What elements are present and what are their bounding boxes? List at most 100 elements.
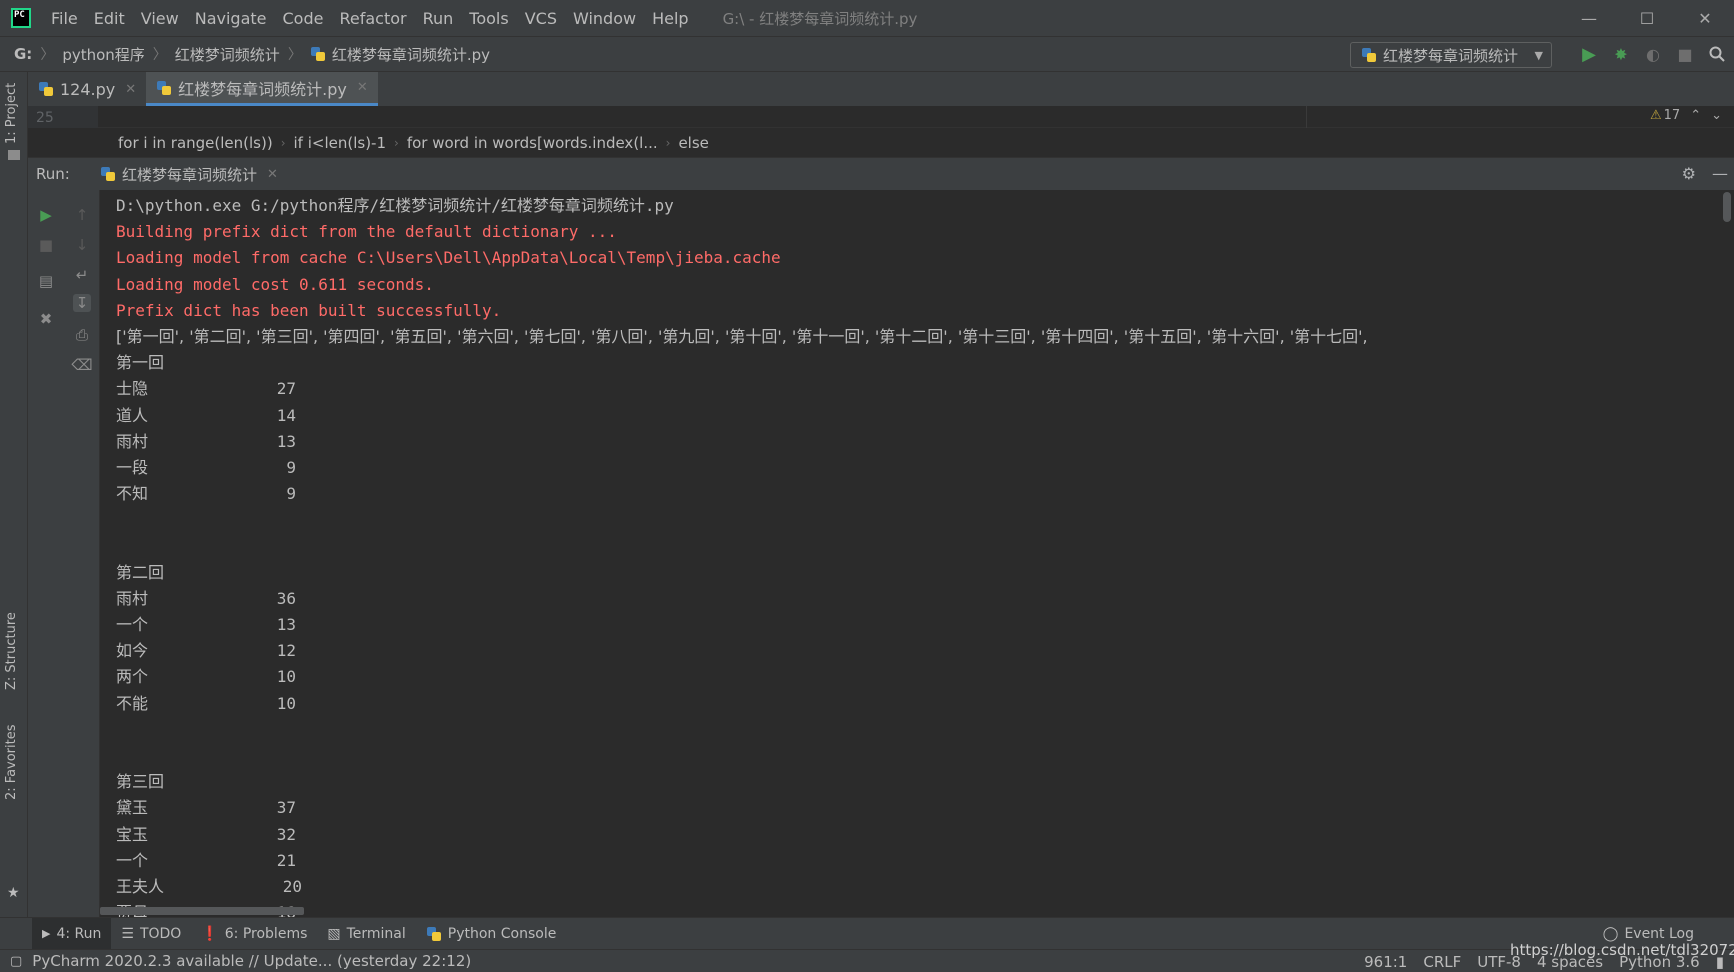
word-count-row: 王夫人 20 — [116, 874, 1720, 900]
tab-run[interactable]: ▶ 4: Run — [32, 917, 112, 950]
menu-help[interactable]: Help — [644, 9, 696, 28]
word: 一段 — [116, 457, 149, 477]
count: 10 — [276, 693, 296, 713]
console-log-line: Prefix dict has been built successfully. — [116, 300, 502, 320]
caret-position[interactable]: 961:1 — [1364, 953, 1407, 971]
tab-hongloumeng-py[interactable]: 红楼梦每章词频统计.py ✕ — [146, 72, 378, 106]
left-tool-strip: 1: Project Z: Structure 2: Favorites ★ — [0, 72, 28, 917]
stop-icon[interactable]: ■ — [1676, 45, 1694, 64]
warning-icon: ⚠ — [1649, 108, 1662, 123]
search-icon[interactable] — [1708, 45, 1726, 63]
debug-icon[interactable]: ✸ — [1612, 45, 1630, 64]
arrow-down-icon[interactable]: ↓ — [73, 236, 91, 254]
word-count-row: 如今 12 — [116, 638, 1720, 664]
chevron-down-icon[interactable]: ⌄ — [1711, 108, 1722, 123]
count: 10 — [276, 667, 296, 687]
run-console-output[interactable]: D:\python.exe G:/python程序/红楼梦词频统计/红楼梦每章词… — [100, 190, 1720, 917]
tab-124-py[interactable]: 124.py ✕ — [28, 72, 146, 106]
tab-terminal[interactable]: ▧ Terminal — [317, 918, 415, 950]
run-configuration-select[interactable]: 红楼梦每章词频统计 ▼ — [1350, 42, 1552, 68]
menu-edit[interactable]: Edit — [86, 9, 133, 28]
crumb-folder-python[interactable]: python程序 — [58, 44, 148, 65]
hide-panel-icon[interactable]: — — [1712, 164, 1728, 183]
window-controls: — ☐ ✕ — [1560, 0, 1734, 36]
word: 士隐 — [116, 379, 149, 399]
panel-toggle-icon[interactable]: ▢ — [10, 954, 22, 969]
count: 9 — [286, 457, 296, 477]
chapter-title: 第二回 — [116, 562, 165, 582]
right-margin-guide — [1306, 106, 1307, 128]
menu-file[interactable]: File — [43, 9, 86, 28]
close-window-button[interactable]: ✕ — [1676, 0, 1734, 36]
stop-icon[interactable]: ■ — [37, 236, 55, 254]
close-icon[interactable]: ✕ — [125, 82, 136, 97]
favorites-tool-tab[interactable]: 2: Favorites — [4, 724, 19, 800]
editor-area[interactable]: 25 ⚠ 17 ⌃ ⌄ — [28, 106, 1734, 128]
crumb-drive[interactable]: G: — [0, 45, 36, 63]
crumb-file[interactable]: 红楼梦每章词频统计.py — [306, 44, 494, 65]
menu-navigate[interactable]: Navigate — [187, 9, 275, 28]
arrow-up-icon[interactable]: ↑ — [73, 206, 91, 224]
word-count-row: 不能 10 — [116, 691, 1720, 717]
trash-icon[interactable]: ⌫ — [71, 356, 92, 374]
window-title: G:\ - 红楼梦每章词频统计.py — [722, 9, 918, 28]
run-tab[interactable]: 红楼梦每章词频统计 ✕ — [92, 158, 286, 190]
vertical-scrollbar[interactable] — [1723, 192, 1731, 222]
editor-tab-bar: 124.py ✕ 红楼梦每章词频统计.py ✕ — [28, 72, 1734, 106]
chevron-up-icon[interactable]: ⌃ — [1690, 108, 1701, 123]
coverage-icon[interactable]: ◐ — [1644, 45, 1662, 64]
menu-window[interactable]: Window — [565, 9, 644, 28]
maximize-button[interactable]: ☐ — [1618, 0, 1676, 36]
code-crumb[interactable]: for i in range(len(ls)) — [110, 134, 281, 152]
word-count-row: 宝玉 32 — [116, 822, 1720, 848]
scroll-to-end-icon[interactable]: ↧ — [73, 294, 91, 312]
word-count-row: 雨村 13 — [116, 429, 1720, 455]
rerun-icon[interactable]: ▶ — [37, 206, 55, 224]
tab-label: TODO — [139, 925, 182, 942]
line-separator[interactable]: CRLF — [1423, 953, 1461, 971]
structure-tool-tab[interactable]: Z: Structure — [4, 612, 19, 690]
close-icon[interactable]: ✕ — [267, 167, 278, 182]
warning-count: 17 — [1663, 108, 1681, 123]
tab-python-console[interactable]: Python Console — [416, 918, 567, 950]
menu-code[interactable]: Code — [275, 9, 332, 28]
tab-problems[interactable]: ❗ 6: Problems — [191, 918, 317, 950]
crumb-file-label: 红楼梦每章词频统计.py — [331, 45, 490, 64]
close-icon[interactable]: ✕ — [357, 80, 368, 95]
inspection-widget[interactable]: ⚠ 17 ⌃ ⌄ — [1650, 108, 1722, 123]
run-toolbar-primary: ▶ ■ ▤ ✖ — [28, 190, 64, 917]
gear-icon[interactable]: ⚙ — [1682, 164, 1696, 183]
python-file-icon — [38, 81, 54, 97]
menu-tools[interactable]: Tools — [461, 9, 516, 28]
console-log-line: Loading model from cache C:\Users\Dell\A… — [116, 248, 781, 268]
crumb-separator: 〉 — [287, 47, 302, 63]
pycharm-logo-icon: PC — [11, 8, 31, 28]
run-icon[interactable]: ▶ — [1580, 44, 1598, 65]
count: 13 — [276, 615, 296, 634]
tab-label: 红楼梦每章词频统计.py — [178, 79, 347, 99]
code-crumb[interactable]: if i<len(ls)-1 — [286, 134, 395, 152]
code-crumb[interactable]: for word in words[words.index(l... — [399, 134, 666, 152]
print-icon[interactable]: ⎙ — [73, 326, 91, 344]
count: 32 — [276, 824, 296, 844]
project-tool-tab[interactable]: 1: Project — [4, 83, 19, 144]
pin-icon[interactable]: ✖ — [37, 310, 55, 328]
horizontal-scrollbar[interactable] — [100, 907, 304, 915]
status-message[interactable]: PyCharm 2020.2.3 available // Update... … — [32, 952, 471, 970]
count: 13 — [276, 431, 296, 451]
menu-bar: PC File Edit View Navigate Code Refactor… — [0, 0, 1734, 36]
code-crumb[interactable]: else — [670, 134, 716, 152]
menu-vcs[interactable]: VCS — [517, 9, 565, 28]
menu-refactor[interactable]: Refactor — [331, 9, 414, 28]
word-count-row: 雨村 36 — [116, 586, 1720, 612]
menu-run[interactable]: Run — [415, 9, 462, 28]
crumb-folder-project[interactable]: 红楼梦词频统计 — [171, 44, 284, 65]
minimize-button[interactable]: — — [1560, 0, 1618, 36]
tab-todo[interactable]: ☰ TODO — [111, 918, 191, 950]
soft-wrap-icon[interactable]: ↵ — [73, 266, 91, 284]
menu-view[interactable]: View — [133, 9, 187, 28]
event-log-label: Event Log — [1624, 926, 1694, 942]
folder-icon — [8, 150, 20, 160]
layout-icon[interactable]: ▤ — [37, 272, 55, 290]
